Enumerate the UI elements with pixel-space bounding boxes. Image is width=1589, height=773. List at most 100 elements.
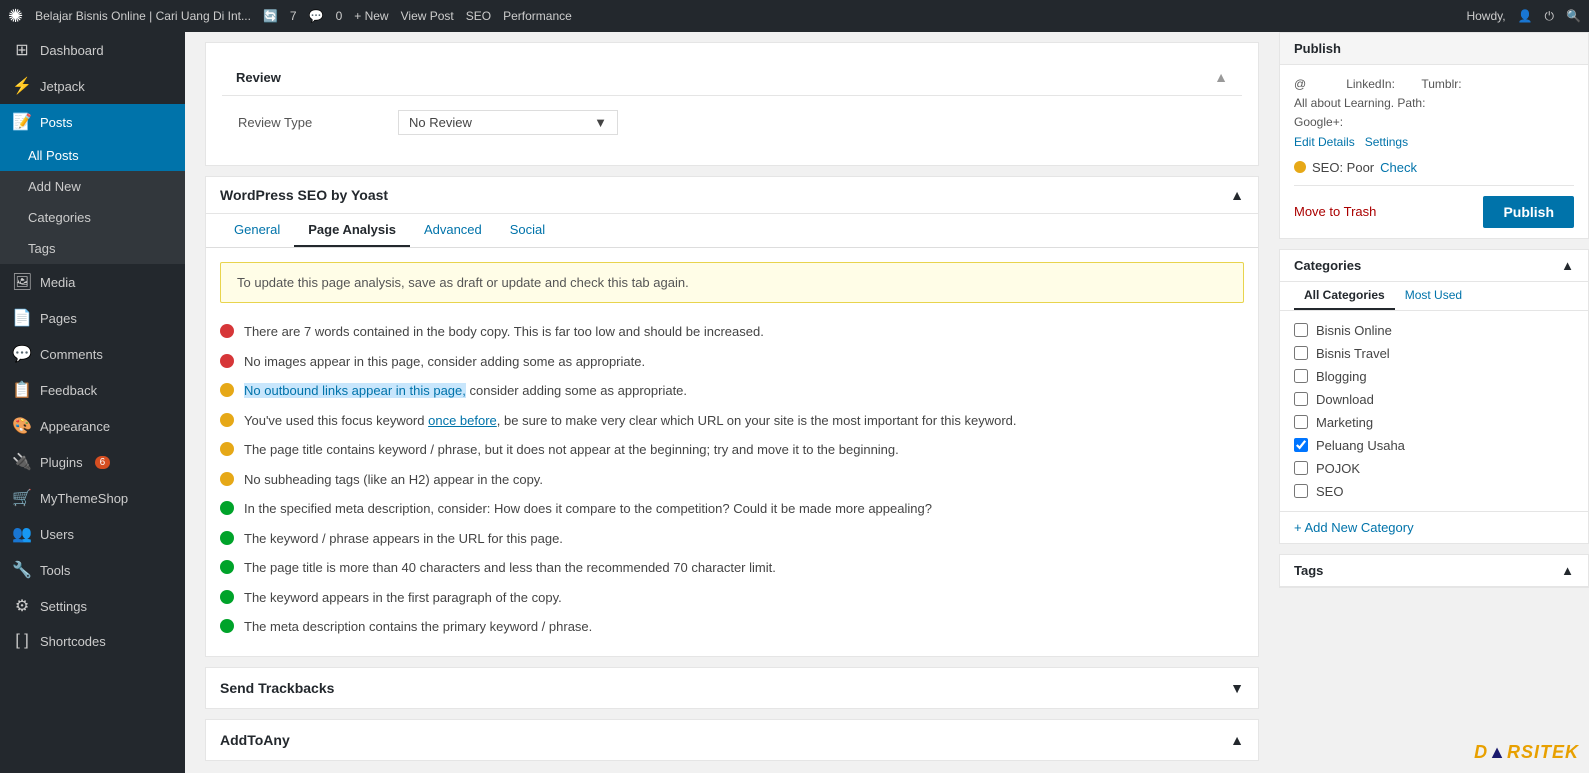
check-text: You've used this focus keyword once befo… xyxy=(244,411,1017,431)
check-item: No subheading tags (like an H2) appear i… xyxy=(220,465,1244,495)
category-checkbox-bisnis-online[interactable] xyxy=(1294,323,1308,337)
sidebar-item-users[interactable]: 👥 Users xyxy=(0,516,185,552)
power-icon[interactable]: ⏻ xyxy=(1545,9,1555,24)
sidebar-label-dashboard: Dashboard xyxy=(40,43,104,58)
sidebar-item-shortcodes[interactable]: [ ] Shortcodes xyxy=(0,624,185,658)
add-new-category-link[interactable]: + Add New Category xyxy=(1294,520,1414,535)
sidebar-item-feedback[interactable]: 📋 Feedback xyxy=(0,372,185,408)
review-select-chevron: ▼ xyxy=(594,115,607,130)
category-checkbox-seo[interactable] xyxy=(1294,484,1308,498)
trackback-toggle-icon[interactable]: ▼ xyxy=(1230,680,1244,696)
wp-logo-icon[interactable]: ✺ xyxy=(8,6,23,27)
tags-box: Tags ▲ xyxy=(1279,554,1589,588)
categories-toggle-icon[interactable]: ▲ xyxy=(1561,258,1574,273)
move-to-trash-link[interactable]: Move to Trash xyxy=(1294,204,1376,219)
check-text: No images appear in this page, consider … xyxy=(244,352,645,372)
sidebar-item-comments[interactable]: 💬 Comments xyxy=(0,336,185,372)
sidebar-item-plugins[interactable]: 🔌 Plugins 6 xyxy=(0,444,185,480)
tab-most-used[interactable]: Most Used xyxy=(1395,282,1472,310)
tab-all-categories[interactable]: All Categories xyxy=(1294,282,1395,310)
site-name[interactable]: Belajar Bisnis Online | Cari Uang Di Int… xyxy=(35,9,251,23)
sidebar-item-tags[interactable]: Tags xyxy=(0,233,185,264)
check-item: No outbound links appear in this page, c… xyxy=(220,376,1244,406)
tags-toggle-icon[interactable]: ▲ xyxy=(1561,563,1574,578)
categories-box-header[interactable]: Categories ▲ xyxy=(1280,250,1588,282)
yoast-header[interactable]: WordPress SEO by Yoast ▲ xyxy=(206,177,1258,214)
sidebar-item-settings[interactable]: ⚙ Settings xyxy=(0,588,185,624)
category-checkbox-download[interactable] xyxy=(1294,392,1308,406)
review-type-label: Review Type xyxy=(238,115,378,130)
seo-link[interactable]: SEO xyxy=(466,9,491,23)
category-item-bisnis-online: Bisnis Online xyxy=(1294,319,1574,342)
sidebar-item-media[interactable]: 🖼 Media xyxy=(0,264,185,300)
category-item-download: Download xyxy=(1294,388,1574,411)
content-area: Review ▲ Review Type No Review ▼ WordPre… xyxy=(185,32,1279,773)
yellow-dot-icon xyxy=(220,442,234,456)
category-checkbox-pojok[interactable] xyxy=(1294,461,1308,475)
comments-icon[interactable]: 💬 xyxy=(309,9,324,23)
trackback-header[interactable]: Send Trackbacks ▼ xyxy=(206,668,1258,708)
check-text: The page title contains keyword / phrase… xyxy=(244,440,899,460)
sidebar-label-categories: Categories xyxy=(28,210,91,225)
check-text: The meta description contains the primar… xyxy=(244,617,592,637)
sidebar-item-mythemeshop[interactable]: 🛒 MyThemeShop xyxy=(0,480,185,516)
main-content: Review ▲ Review Type No Review ▼ WordPre… xyxy=(185,32,1589,773)
category-checkbox-marketing[interactable] xyxy=(1294,415,1308,429)
sidebar-item-jetpack[interactable]: ⚡ Jetpack xyxy=(0,68,185,104)
category-item-seo: SEO xyxy=(1294,480,1574,503)
updates-count[interactable]: 7 xyxy=(290,9,297,23)
sidebar-item-pages[interactable]: 📄 Pages xyxy=(0,300,185,336)
yellow-dot-icon xyxy=(220,383,234,397)
sidebar-item-add-new[interactable]: Add New xyxy=(0,171,185,202)
sidebar-label-add-new: Add New xyxy=(28,179,81,194)
category-label-peluang-usaha: Peluang Usaha xyxy=(1316,438,1405,453)
categories-tabs: All Categories Most Used xyxy=(1280,282,1588,311)
seo-check-link[interactable]: Check xyxy=(1380,160,1417,175)
review-toggle-icon[interactable]: ▲ xyxy=(1214,69,1228,85)
sidebar-label-pages: Pages xyxy=(40,311,77,326)
author-info: @ LinkedIn: Tumblr: All about Learning. … xyxy=(1294,75,1574,152)
addtoany-header[interactable]: AddToAny ▲ xyxy=(206,720,1258,760)
check-item: The meta description contains the primar… xyxy=(220,612,1244,642)
review-type-select[interactable]: No Review ▼ xyxy=(398,110,618,135)
category-checkbox-blogging[interactable] xyxy=(1294,369,1308,383)
yoast-toggle-icon[interactable]: ▲ xyxy=(1230,187,1244,203)
tags-box-header[interactable]: Tags ▲ xyxy=(1280,555,1588,587)
sidebar-item-categories[interactable]: Categories xyxy=(0,202,185,233)
category-checkbox-bisnis-travel[interactable] xyxy=(1294,346,1308,360)
performance-link[interactable]: Performance xyxy=(503,9,572,23)
yoast-notice: To update this page analysis, save as dr… xyxy=(220,262,1244,303)
category-checkbox-peluang-usaha[interactable] xyxy=(1294,438,1308,452)
sidebar-item-tools[interactable]: 🔧 Tools xyxy=(0,552,185,588)
sidebar-label-comments: Comments xyxy=(40,347,103,362)
publish-box-body: @ LinkedIn: Tumblr: All about Learning. … xyxy=(1280,65,1588,238)
sidebar-item-posts[interactable]: 📝 Posts xyxy=(0,104,185,140)
check-text: The page title is more than 40 character… xyxy=(244,558,776,578)
top-bar: ✺ Belajar Bisnis Online | Cari Uang Di I… xyxy=(0,0,1589,32)
tab-general[interactable]: General xyxy=(220,214,294,247)
check-item: The keyword appears in the first paragra… xyxy=(220,583,1244,613)
publish-button[interactable]: Publish xyxy=(1483,196,1574,228)
tab-page-analysis[interactable]: Page Analysis xyxy=(294,214,410,247)
edit-details-link[interactable]: Edit Details xyxy=(1294,135,1355,149)
sidebar-item-dashboard[interactable]: ⊞ Dashboard xyxy=(0,32,185,68)
sidebar-label-plugins: Plugins xyxy=(40,455,83,470)
category-label-pojok: POJOK xyxy=(1316,461,1360,476)
settings-link[interactable]: Settings xyxy=(1365,135,1408,149)
comments-count[interactable]: 0 xyxy=(336,9,343,23)
review-section: Review ▲ Review Type No Review ▼ xyxy=(205,42,1259,166)
sidebar-item-appearance[interactable]: 🎨 Appearance xyxy=(0,408,185,444)
category-item-marketing: Marketing xyxy=(1294,411,1574,434)
sidebar-item-all-posts[interactable]: All Posts xyxy=(0,140,185,171)
sidebar-label-mythemeshop: MyThemeShop xyxy=(40,491,128,506)
new-link[interactable]: + New xyxy=(354,9,388,23)
tab-advanced[interactable]: Advanced xyxy=(410,214,496,247)
profile-icon[interactable]: 👤 xyxy=(1518,9,1533,23)
addtoany-toggle-icon[interactable]: ▲ xyxy=(1230,732,1244,748)
tab-social[interactable]: Social xyxy=(496,214,559,247)
view-post-link[interactable]: View Post xyxy=(401,9,454,23)
search-icon[interactable]: 🔍 xyxy=(1566,9,1581,23)
check-text: No outbound links appear in this page, c… xyxy=(244,381,687,401)
once-before-link[interactable]: once before xyxy=(428,413,497,428)
green-dot-icon xyxy=(220,590,234,604)
